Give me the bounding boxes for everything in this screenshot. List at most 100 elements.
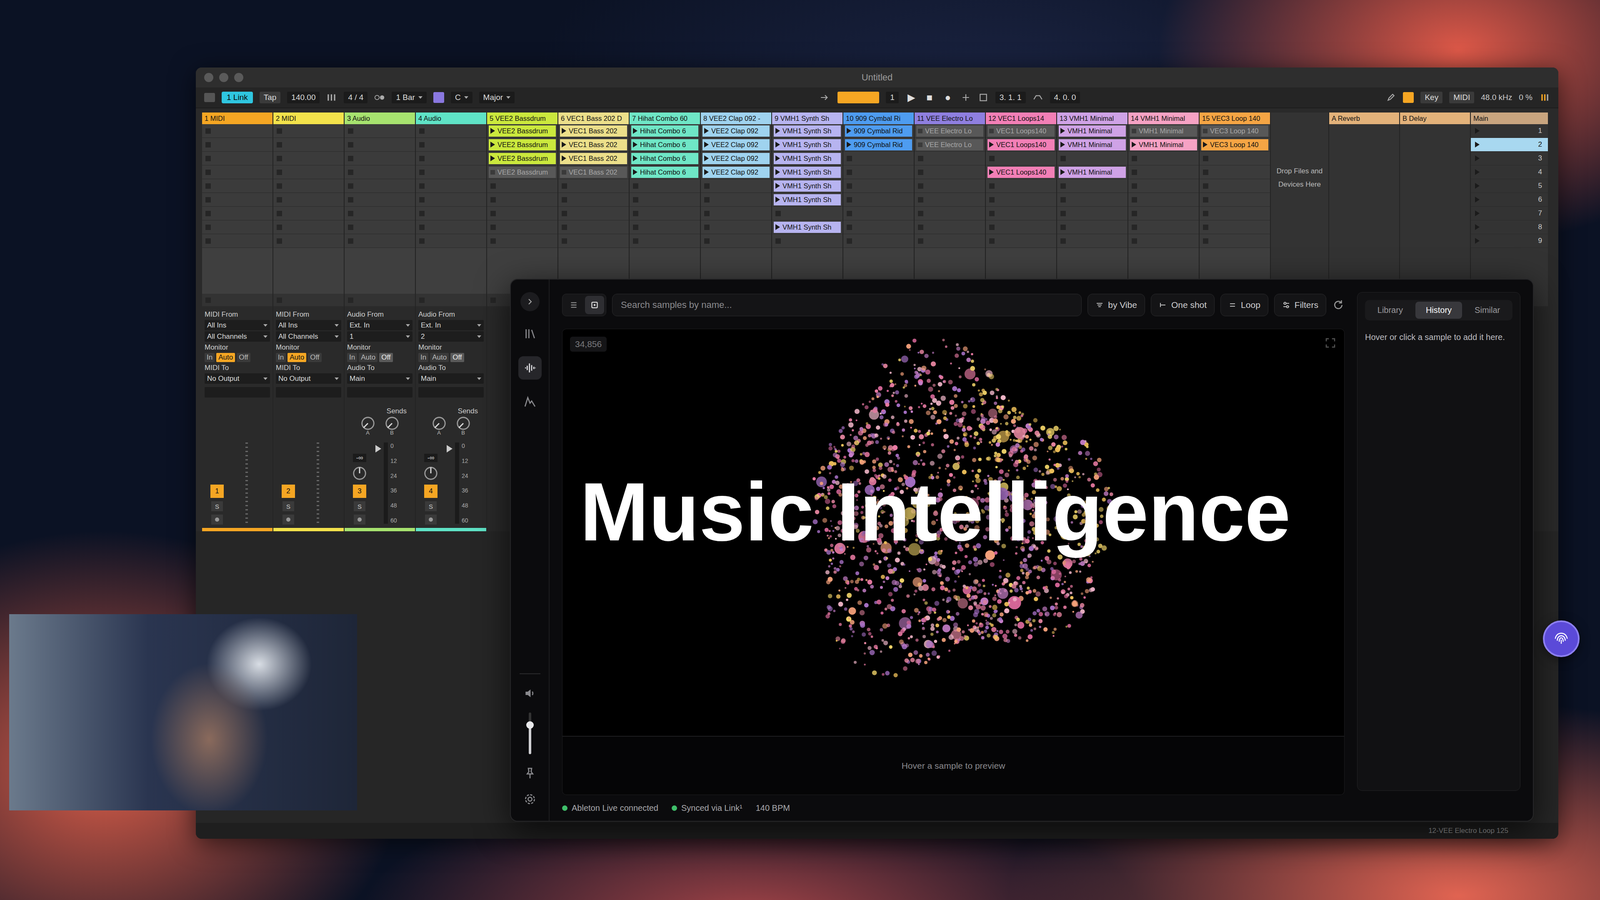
sample-dot[interactable]	[1063, 605, 1067, 610]
sample-dot[interactable]	[932, 570, 937, 575]
sample-dot[interactable]	[900, 372, 905, 376]
sample-dot[interactable]	[955, 455, 961, 461]
clip-slot[interactable]	[914, 151, 985, 166]
filter-button[interactable]: One shot	[1150, 293, 1215, 317]
clip-slot[interactable]: VMH1 Minimal	[1057, 137, 1128, 152]
sample-dot[interactable]	[836, 567, 840, 572]
clip[interactable]: VEC1 Bass 202	[560, 125, 628, 137]
sample-dot[interactable]	[1002, 633, 1008, 639]
track-header[interactable]: 3 Audio	[344, 112, 415, 125]
sample-dot[interactable]	[1062, 440, 1068, 445]
clip-slot[interactable]	[558, 220, 629, 235]
slot-stop-icon[interactable]	[917, 155, 924, 162]
sample-dot[interactable]	[1027, 634, 1033, 640]
stop-button-icon[interactable]	[276, 297, 283, 303]
sample-dot[interactable]	[1065, 625, 1068, 628]
sample-dot[interactable]	[908, 570, 911, 573]
clip-slot[interactable]	[202, 206, 273, 221]
output-dropdown[interactable]: No Output	[204, 373, 270, 384]
sample-dot[interactable]	[850, 579, 854, 584]
sample-dot[interactable]	[845, 598, 849, 602]
sample-dot[interactable]	[1079, 557, 1083, 561]
slot-stop-icon[interactable]	[419, 183, 425, 189]
slot-stop-icon[interactable]	[205, 169, 211, 175]
sample-dot[interactable]	[901, 609, 906, 614]
sample-dot[interactable]	[888, 592, 893, 597]
sample-dot[interactable]	[828, 558, 832, 562]
sample-dot[interactable]	[985, 613, 989, 617]
sample-dot[interactable]	[1022, 563, 1028, 569]
clip[interactable]: VEC1 Bass 202	[560, 152, 628, 165]
sample-dot[interactable]	[854, 459, 859, 463]
slot-stop-icon[interactable]	[419, 197, 425, 203]
slot-stop-icon[interactable]	[846, 210, 853, 217]
sample-dot[interactable]	[1029, 438, 1032, 441]
clip-slot[interactable]	[344, 192, 415, 207]
sample-dot[interactable]	[1067, 457, 1071, 461]
slot-stop-icon[interactable]	[1202, 183, 1209, 189]
sample-dot[interactable]	[963, 635, 967, 638]
gear-icon[interactable]	[523, 792, 537, 806]
sample-dot[interactable]	[884, 462, 890, 468]
sample-dot[interactable]	[890, 598, 894, 602]
sample-dot[interactable]	[870, 635, 874, 638]
sample-dot[interactable]	[947, 615, 951, 619]
slot-stop-icon[interactable]	[205, 224, 211, 230]
sample-dot[interactable]	[885, 557, 889, 560]
clip-slot[interactable]	[1199, 192, 1270, 207]
sample-dot[interactable]	[838, 589, 841, 592]
clip[interactable]: VEC1 Loops140	[987, 139, 1055, 151]
sample-dot[interactable]	[878, 466, 883, 470]
sample-dot[interactable]	[1007, 595, 1022, 610]
clip-slot[interactable]	[843, 192, 914, 207]
knob-icon[interactable]	[431, 415, 448, 432]
computer-keyboard-icon[interactable]	[1402, 92, 1414, 103]
sample-dot[interactable]	[980, 597, 989, 606]
sample-dot[interactable]	[939, 375, 944, 380]
clip-slot[interactable]	[415, 234, 487, 248]
slot-stop-icon[interactable]	[419, 238, 425, 244]
sample-dot[interactable]	[859, 427, 864, 432]
sample-dot[interactable]	[903, 410, 908, 415]
clip-slot[interactable]: VEE2 Clap 092	[700, 124, 772, 138]
sample-dot[interactable]	[865, 422, 869, 425]
sample-dot[interactable]	[857, 600, 863, 605]
sample-dot[interactable]	[980, 605, 986, 611]
sample-dot[interactable]	[922, 450, 927, 454]
slot-stop-icon[interactable]	[1131, 224, 1138, 230]
sample-dot[interactable]	[982, 390, 987, 395]
sample-dot[interactable]	[944, 587, 948, 592]
sample-dot[interactable]	[960, 400, 964, 404]
track-header[interactable]: 1 MIDI	[202, 112, 273, 125]
sample-dot[interactable]	[891, 580, 898, 586]
sample-dot[interactable]	[865, 443, 869, 447]
sample-dot[interactable]	[893, 672, 898, 678]
sample-dot[interactable]	[898, 584, 903, 588]
sample-dot[interactable]	[907, 652, 913, 658]
sample-dot[interactable]	[985, 625, 990, 630]
clip-slot[interactable]: VEC1 Bass 202	[558, 124, 629, 138]
clip-slot[interactable]: VEE2 Bassdrum	[487, 165, 558, 180]
clip[interactable]: VEE2 Bassdrum	[488, 166, 556, 178]
sample-dot[interactable]	[880, 574, 885, 579]
clip-slot[interactable]: VMH1 Synth Sh	[772, 220, 843, 235]
sample-dot[interactable]	[967, 624, 970, 627]
slot-stop-icon[interactable]	[1131, 169, 1138, 175]
sample-dot[interactable]	[943, 433, 949, 440]
stop-icon[interactable]	[1202, 128, 1208, 134]
sample-dot[interactable]	[904, 658, 909, 663]
sample-dot[interactable]	[1021, 590, 1023, 593]
slot-stop-icon[interactable]	[1131, 238, 1138, 244]
clip-slot[interactable]	[700, 179, 772, 193]
sample-dot[interactable]	[937, 453, 943, 459]
play-icon[interactable]	[775, 155, 780, 162]
sample-dot[interactable]	[1038, 625, 1042, 629]
sample-dot[interactable]	[978, 457, 982, 461]
scene-play-icon[interactable]	[1475, 155, 1480, 162]
sample-dot[interactable]	[937, 655, 941, 658]
sample-dot[interactable]	[922, 584, 929, 591]
sample-dot[interactable]	[914, 384, 917, 387]
sample-dot[interactable]	[1003, 414, 1009, 420]
play-icon[interactable]	[775, 224, 780, 230]
sample-dot[interactable]	[1072, 559, 1076, 564]
